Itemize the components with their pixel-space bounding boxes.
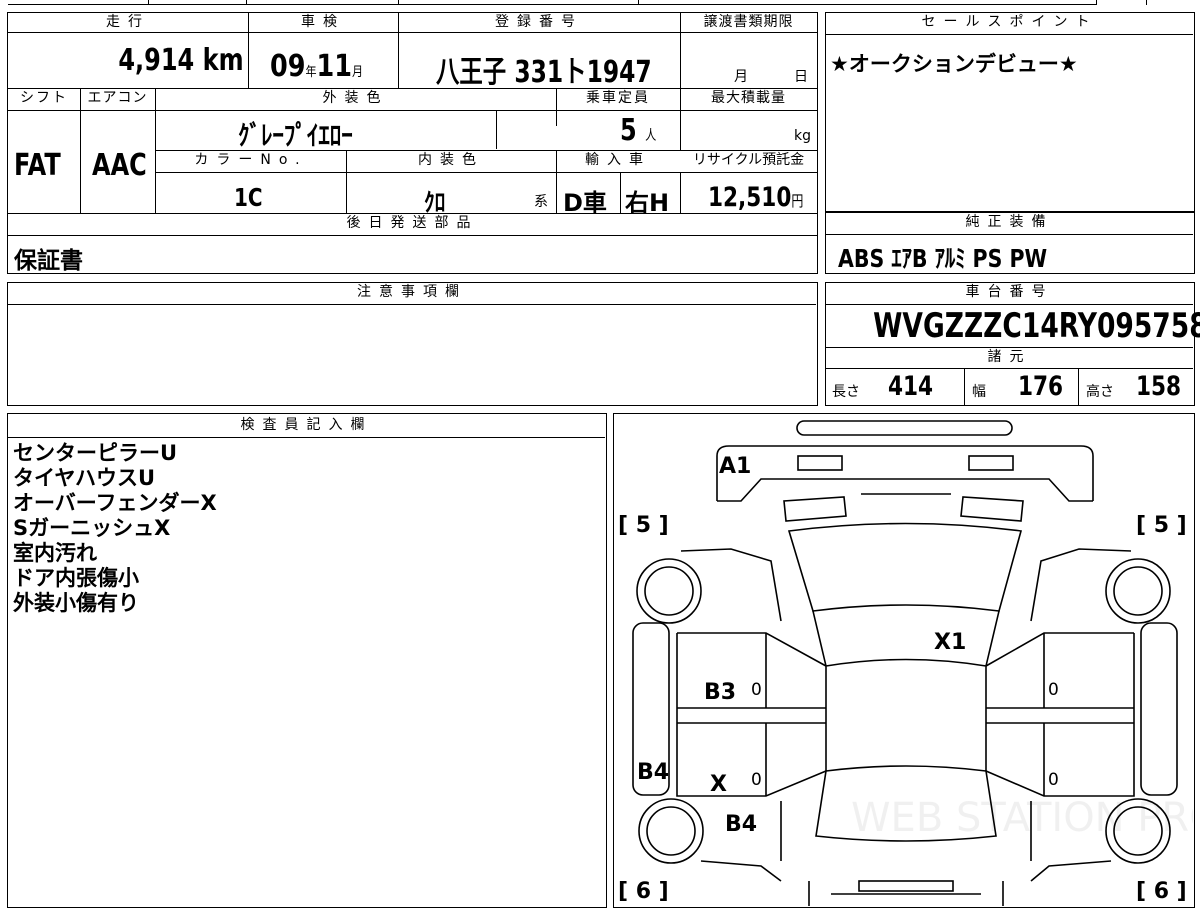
note-line: 室内汚れ	[13, 541, 97, 565]
top-strip	[8, 0, 1195, 6]
zero-mark: 0	[1048, 770, 1059, 790]
max-load-header: 最大積載量	[680, 89, 817, 111]
width-label: 幅	[972, 384, 986, 400]
mileage-number: 4,914	[118, 43, 195, 78]
zero-mark: 0	[751, 680, 762, 700]
caution-header: 注意事項欄	[8, 283, 816, 305]
registration-value: 八王子 331ト1947	[436, 55, 652, 90]
recycle-fee-value: 12,510円	[708, 182, 827, 213]
transfer-deadline-header: 譲渡書類期限	[680, 13, 817, 33]
mileage-value: 4,914 km	[8, 43, 244, 78]
bracket-6-right: [ 6 ]	[1136, 879, 1187, 904]
inspection-month: 11	[316, 49, 353, 84]
interior-color-suffix: 系	[534, 194, 548, 210]
color-no-header: カラーNo.	[156, 151, 346, 173]
chassis-value: WVGZZZC14RY095758	[873, 306, 1200, 346]
inspector-box: 検査員記入欄 センターピラーU タイヤハウスU オーバーフェンダーX Sガーニッ…	[7, 413, 607, 908]
capacity-number: 5	[620, 113, 637, 148]
recycle-fee-header: リサイクル預託金	[680, 151, 817, 173]
caution-box: 注意事項欄	[7, 282, 818, 406]
width-value: 176	[1018, 371, 1064, 402]
mileage-unit: km	[203, 43, 244, 78]
car-diagram: [ 5 ] [ 5 ] [ 6 ] [ 6 ] A1 X1 B3 B4 X B4…	[618, 420, 1193, 906]
watermark: WEB STATION PRO	[851, 795, 1193, 841]
bracket-5-right: [ 5 ]	[1136, 513, 1187, 538]
exterior-color-value: ｸﾞﾚｰﾌﾟｲｴﾛｰ	[238, 121, 353, 152]
mark-b3: B3	[704, 680, 736, 705]
transfer-month-unit: 月	[734, 69, 748, 85]
specs-header: 諸元	[826, 348, 1193, 369]
inspection-month-unit: 月	[352, 65, 364, 80]
inspector-header: 検査員記入欄	[8, 414, 605, 438]
transfer-day-unit: 日	[794, 69, 808, 85]
zero-mark: 0	[751, 770, 762, 790]
registration-header: 登録番号	[398, 13, 680, 33]
capacity-header: 乗車定員	[556, 89, 680, 111]
chassis-box: 車台番号 WVGZZZC14RY095758 諸元 長さ 414 幅 176 高…	[825, 282, 1200, 406]
interior-color-header: 内装色	[346, 151, 556, 173]
capacity-unit: 人	[645, 128, 657, 144]
inspection-year-unit: 年	[305, 65, 317, 80]
capacity-value: 5 人	[620, 113, 665, 148]
genuine-equipment-box: 純正装備 ABS ｴｱB ｱﾙﾐ PS PW	[825, 212, 1195, 274]
inspection-value: 09年11月	[270, 49, 396, 84]
inspection-header: 車検	[248, 13, 398, 33]
sales-point-header: セールスポイント	[826, 13, 1193, 35]
later-parts-value: 保証書	[14, 248, 83, 274]
shift-header: シフト	[8, 89, 80, 111]
aircon-header: エアコン	[80, 89, 155, 111]
genuine-equipment-text: ABS ｴｱB ｱﾙﾐ PS PW	[838, 244, 1048, 273]
note-line: SガーニッシュX	[13, 516, 171, 540]
later-parts-header: 後日発送部品	[8, 214, 817, 236]
height-value: 158	[1136, 371, 1182, 402]
chassis-header: 車台番号	[826, 283, 1193, 305]
note-line: オーバーフェンダーX	[13, 491, 217, 515]
mark-x: X	[710, 772, 727, 797]
mark-x1: X1	[934, 630, 966, 655]
max-load-unit: kg	[794, 128, 811, 144]
note-line: ドア内張傷小	[13, 566, 139, 590]
mark-b4-left: B4	[637, 760, 669, 785]
color-no-value: 1C	[234, 183, 263, 212]
note-line: 外装小傷有り	[13, 591, 139, 615]
mileage-header: 走行	[8, 13, 248, 33]
import-header: 輸入車	[556, 151, 680, 173]
mark-a1: A1	[719, 454, 751, 479]
sales-point-box: セールスポイント ★オークションデビュー★	[825, 12, 1195, 212]
inspector-notes: センターピラーU タイヤハウスU オーバーフェンダーX SガーニッシュX 室内汚…	[13, 441, 217, 616]
genuine-equipment-header: 純正装備	[826, 213, 1193, 235]
sales-point-text: ★オークションデビュー★	[830, 52, 1078, 76]
length-value: 414	[888, 371, 934, 402]
height-label: 高さ	[1086, 384, 1114, 400]
bracket-5-left: [ 5 ]	[618, 513, 669, 538]
exterior-color-header: 外装色	[155, 89, 556, 111]
zero-mark: 0	[1048, 680, 1059, 700]
mark-b4-rear: B4	[725, 812, 757, 837]
note-line: センターピラーU	[13, 441, 178, 465]
recycle-fee-unit: 円	[791, 192, 804, 210]
vehicle-info-table: 走行 車検 登録番号 譲渡書類期限 4,914 km 09年11月 八王子 33…	[7, 12, 818, 274]
note-line: タイヤハウスU	[13, 466, 156, 490]
bracket-6-left: [ 6 ]	[618, 879, 669, 904]
inspection-year: 09	[270, 49, 306, 84]
length-label: 長さ	[832, 384, 860, 400]
aircon-value: AAC	[92, 148, 147, 183]
recycle-fee-number: 12,510	[708, 182, 792, 213]
damage-diagram-box: [ 5 ] [ 5 ] [ 6 ] [ 6 ] A1 X1 B3 B4 X B4…	[613, 413, 1195, 908]
shift-value: FAT	[14, 148, 61, 183]
